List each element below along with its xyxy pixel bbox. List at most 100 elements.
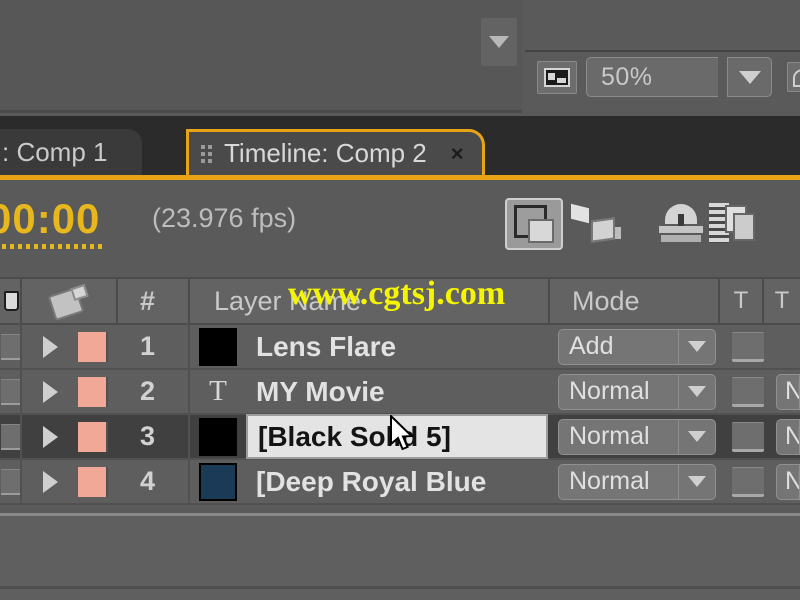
tab-label: : Comp 1 — [2, 136, 108, 167]
layer-mode-cell: Normal — [548, 369, 724, 414]
tab-comp-1[interactable]: : Comp 1 — [0, 129, 142, 175]
track-matte-dropdown[interactable]: N — [776, 418, 800, 455]
column-header-label[interactable] — [22, 277, 118, 325]
panel-divider — [0, 586, 800, 589]
preserve-transparency-toggle[interactable] — [724, 376, 772, 407]
magnification-controls: 50% — [537, 57, 772, 97]
timecode-underline — [0, 244, 102, 249]
lock-icon — [1, 333, 20, 360]
blend-mode-dropdown[interactable]: Normal — [558, 418, 716, 455]
layer-mode-cell: Normal — [548, 414, 724, 459]
layer-number: 3 — [118, 414, 190, 459]
solid-swatch-icon — [199, 462, 237, 501]
blend-mode-dropdown[interactable]: Normal — [558, 373, 716, 410]
tab-label: Timeline: Comp 2 — [224, 138, 427, 168]
layer-number: 4 — [118, 459, 190, 504]
magnification-value[interactable]: 50% — [586, 57, 718, 97]
magnification-dropdown-button[interactable] — [727, 57, 772, 97]
close-icon[interactable]: × — [451, 141, 464, 167]
layer-expand-toggle[interactable] — [22, 470, 78, 493]
comp-thumbnail-icon[interactable] — [537, 60, 577, 94]
layer-lock-toggle[interactable] — [0, 414, 22, 459]
track-matte-cell: N — [772, 459, 800, 504]
column-header-visibility[interactable] — [0, 277, 22, 325]
layer-number: 2 — [118, 369, 190, 414]
layer-lock-toggle[interactable] — [0, 324, 22, 369]
tab-timeline-comp-2[interactable]: Timeline: Comp 2 × — [186, 129, 485, 175]
viewer-toolbar-panel: 50% — [525, 0, 800, 113]
composition-viewer-panel — [0, 0, 522, 113]
blend-mode-dropdown[interactable]: Add — [558, 328, 716, 365]
timeline-empty-area — [0, 513, 800, 600]
triangle-right-icon — [42, 380, 58, 403]
track-matte-dropdown[interactable]: N — [776, 463, 800, 500]
layer-columns-header: # Layer Name Mode T T — [0, 277, 800, 325]
layer-expand-toggle[interactable] — [22, 380, 78, 403]
column-header-track-matte[interactable]: T — [764, 277, 800, 325]
preserve-transparency-toggle[interactable] — [724, 466, 772, 497]
layer-expand-toggle[interactable] — [22, 425, 78, 448]
layer-label-color[interactable] — [78, 331, 118, 362]
grip-dots-icon[interactable] — [201, 144, 212, 163]
chevron-down-icon — [688, 386, 706, 397]
solid-swatch-icon — [199, 417, 237, 456]
column-header-preserve-transparency[interactable]: T — [720, 277, 764, 325]
label-tag-icon — [49, 285, 89, 317]
track-matte-cell — [772, 324, 800, 369]
table-row[interactable]: 1 Lens Flare Add — [0, 324, 800, 370]
lock-icon — [1, 423, 20, 450]
eye-icon — [3, 291, 19, 311]
viewer-options-dropdown[interactable] — [481, 18, 517, 66]
layer-lock-toggle[interactable] — [0, 459, 22, 504]
preserve-transparency-toggle[interactable] — [724, 421, 772, 452]
lock-icon — [1, 378, 20, 405]
layer-source-icon — [190, 417, 246, 456]
mask-icon[interactable] — [787, 62, 800, 92]
layer-expand-toggle[interactable] — [22, 335, 78, 358]
layer-label-color[interactable] — [78, 466, 118, 497]
blend-mode-value: Add — [558, 328, 678, 365]
table-row[interactable]: 2 T MY Movie Normal N — [0, 369, 800, 415]
layer-label-color[interactable] — [78, 421, 118, 452]
layer-name[interactable]: [Deep Royal Blue — [246, 459, 548, 504]
chevron-down-icon — [688, 431, 706, 442]
text-layer-icon: T — [209, 375, 227, 407]
comp-switches-icon[interactable] — [505, 198, 563, 250]
lock-icon — [1, 468, 20, 495]
3d-renderer-cube-icon[interactable] — [563, 198, 621, 250]
current-timecode[interactable]: 00:00 — [0, 195, 100, 243]
frame-blending-icon[interactable] — [679, 198, 755, 250]
column-header-number[interactable]: # — [118, 277, 190, 325]
panel-tab-bar: : Comp 1 Timeline: Comp 2 × — [0, 116, 800, 180]
triangle-right-icon — [42, 470, 58, 493]
layer-name-edit-field[interactable]: [Black Solid 5] — [246, 414, 548, 459]
column-header-mode[interactable]: Mode — [550, 277, 720, 325]
preserve-transparency-toggle[interactable] — [724, 331, 772, 362]
layer-name[interactable]: MY Movie — [246, 369, 548, 414]
triangle-right-icon — [42, 425, 58, 448]
chevron-down-icon — [738, 70, 761, 84]
layer-mode-cell: Normal — [548, 459, 724, 504]
layer-label-color[interactable] — [78, 376, 118, 407]
blend-mode-value: Normal — [558, 418, 678, 455]
track-matte-cell: N — [772, 414, 800, 459]
solid-swatch-icon — [199, 327, 237, 366]
table-row[interactable]: 3 [Black Solid 5] Normal N — [0, 414, 800, 460]
layer-lock-toggle[interactable] — [0, 369, 22, 414]
chevron-down-icon — [688, 476, 706, 487]
layer-source-icon: T — [190, 375, 246, 408]
track-matte-dropdown[interactable]: N — [776, 373, 800, 410]
column-header-layer-name[interactable]: Layer Name — [190, 277, 550, 325]
blend-mode-dropdown[interactable]: Normal — [558, 463, 716, 500]
layer-source-icon — [190, 462, 246, 501]
track-matte-cell: N — [772, 369, 800, 414]
chevron-down-icon — [489, 36, 509, 48]
layer-source-icon — [190, 327, 246, 366]
layer-name[interactable]: Lens Flare — [246, 324, 548, 369]
table-row[interactable]: 4 [Deep Royal Blue Normal N — [0, 459, 800, 505]
after-effects-timeline-window: 50% : Comp 1 Timeline: Comp 2 × 00:00 (2… — [0, 0, 800, 600]
graph-editor-icon[interactable] — [621, 198, 703, 250]
frame-rate-label: (23.976 fps) — [152, 203, 297, 233]
layer-mode-cell: Add — [548, 324, 724, 369]
toolbar-divider — [525, 50, 800, 52]
